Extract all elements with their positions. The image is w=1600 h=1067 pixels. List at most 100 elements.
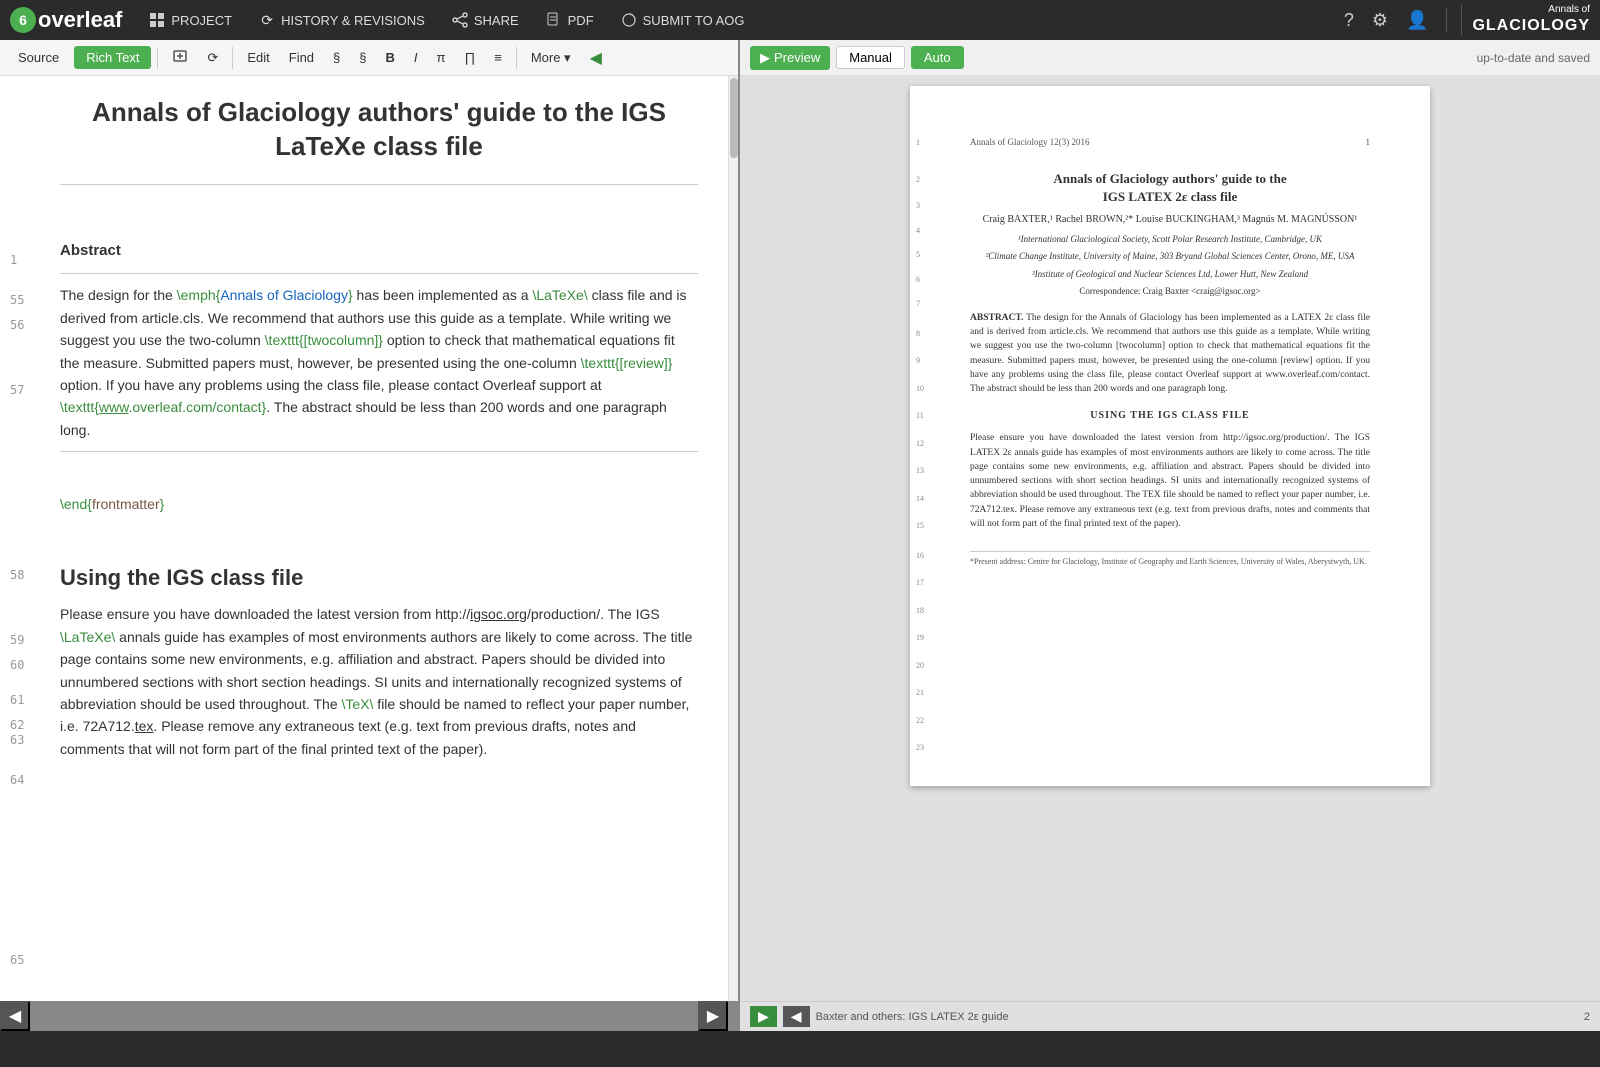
texttt-url: \texttt{www.overleaf.com/contact}: [60, 399, 266, 415]
toolbar-divider-1: [157, 47, 158, 69]
logo-name: overleaf: [38, 7, 122, 33]
section2-paragraph: Please ensure you have downloaded the la…: [60, 603, 698, 760]
project-button[interactable]: PROJECT: [138, 7, 242, 33]
edit-button[interactable]: Edit: [239, 47, 277, 68]
latexe-cmd: \LaTeXe\: [532, 287, 587, 303]
preview-nav-left[interactable]: ▶: [750, 1006, 777, 1027]
richtext-tab[interactable]: Rich Text: [74, 46, 151, 69]
preview-content[interactable]: 1 2 3 4 5 6 7 8 9 10 11 12 13 14 15 16 1: [740, 76, 1600, 1001]
preview-header-right: 1: [1366, 136, 1371, 150]
bold-button[interactable]: B: [378, 47, 403, 68]
editor-flex: Annals of Glaciology authors' guide to t…: [0, 76, 738, 1001]
editor-nav-right[interactable]: ▶: [698, 1001, 728, 1031]
preview-status: up-to-date and saved: [1477, 51, 1590, 65]
toolbar-divider-3: [516, 47, 517, 69]
submit-button[interactable]: SUBMIT TO AOG: [610, 7, 755, 33]
line-num-58: 58: [10, 566, 24, 585]
subsection-button[interactable]: §: [351, 47, 374, 68]
preview-line-numbers: 1 2 3 4 5 6 7 8 9 10 11 12 13 14 15 16 1: [916, 136, 924, 756]
user-icon[interactable]: 👤: [1402, 6, 1432, 35]
settings-icon[interactable]: ⚙: [1368, 6, 1392, 35]
history-toolbar-button[interactable]: ⟳: [199, 47, 226, 69]
preview-abstract: ABSTRACT. The design for the Annals of G…: [970, 311, 1370, 397]
preview-label: Preview: [774, 50, 820, 65]
line-num-63: 63: [10, 731, 24, 750]
preview-body: Please ensure you have downloaded the la…: [970, 431, 1370, 531]
project-label: PROJECT: [171, 13, 232, 28]
topbar: 6 overleaf PROJECT ⟳ HISTORY & REVISIONS…: [0, 0, 1600, 40]
preview-panel: ▶ Preview Manual Auto up-to-date and sav…: [740, 40, 1600, 1031]
section-button[interactable]: §: [325, 47, 348, 68]
find-button[interactable]: Find: [281, 47, 322, 68]
pdf-label: PDF: [568, 13, 594, 28]
preview-footer-right: 2: [1584, 1011, 1590, 1023]
preview-bottom-bar: ▶ ◀ Baxter and others: IGS LATEX 2ε guid…: [740, 1001, 1600, 1031]
line-num-56: 56: [10, 316, 24, 335]
line-num-59: 59: [10, 631, 24, 650]
pdf-icon: [545, 11, 563, 29]
pdf-button[interactable]: PDF: [535, 7, 604, 33]
submit-icon: [620, 11, 638, 29]
auto-button[interactable]: Auto: [911, 46, 964, 69]
emph-arg: Annals of Glaciology: [220, 287, 348, 303]
line-num-65: 65: [10, 951, 24, 970]
help-icon[interactable]: ?: [1340, 6, 1358, 35]
line-num-64: 64: [10, 771, 24, 790]
tex-cmd: \TeX\: [342, 696, 374, 712]
toolbar-divider-2: [232, 47, 233, 69]
editor-content[interactable]: Annals of Glaciology authors' guide to t…: [0, 76, 728, 1001]
editor-panel: Source Rich Text ⟳ Edit Find § § B I π ∏…: [0, 40, 740, 1031]
main: Source Rich Text ⟳ Edit Find § § B I π ∏…: [0, 40, 1600, 1031]
manual-button[interactable]: Manual: [836, 46, 905, 69]
italic-button[interactable]: I: [406, 47, 426, 68]
topbar-divider: [1446, 8, 1447, 32]
history-label: HISTORY & REVISIONS: [281, 13, 425, 28]
preview-footnote: *Present address: Centre for Glaciology,…: [970, 551, 1370, 568]
editor-scroll-thumb: [730, 78, 738, 158]
preview-section-heading: USING THE IGS CLASS FILE: [970, 408, 1370, 423]
line-num-57: 57: [10, 381, 24, 400]
preview-authors: Craig BAXTER,¹ Rachel BROWN,²* Louise BU…: [970, 212, 1370, 227]
project-icon: [148, 11, 166, 29]
editor-scrollbar[interactable]: [728, 76, 738, 1001]
end-cmd: \end{: [60, 496, 92, 512]
preview-affil1: ¹International Glaciological Society, Sc…: [970, 233, 1370, 247]
preview-toolbar: ▶ Preview Manual Auto up-to-date and sav…: [740, 40, 1600, 76]
preview-affil2: ²Climate Change Institute, University of…: [970, 250, 1370, 264]
end-arg: frontmatter: [92, 496, 160, 512]
section-divider-3: [60, 451, 698, 452]
history-button[interactable]: ⟳ HISTORY & REVISIONS: [248, 7, 435, 33]
line-num-61: 61: [10, 691, 24, 710]
preview-play-button[interactable]: ▶ Preview: [750, 46, 830, 70]
list-button[interactable]: ≡: [486, 47, 510, 68]
preview-footer-left: Baxter and others: IGS LATEX 2ε guide: [816, 1011, 1009, 1023]
preview-header-left: Annals of Glaciology 12(3) 2016: [970, 136, 1089, 150]
preview-title: Annals of Glaciology authors' guide to t…: [970, 170, 1370, 206]
abstract-body: The design for the Annals of Glaciology …: [970, 313, 1370, 394]
texttt-cmd2: \texttt{[review]}: [581, 355, 673, 371]
abstract-bold-label: ABSTRACT.: [970, 313, 1023, 323]
journal-name: GLACIOLOGY: [1472, 16, 1590, 35]
matrix-button[interactable]: ∏: [457, 47, 484, 68]
journal-logo: Annals of GLACIOLOGY: [1461, 4, 1590, 35]
abstract-paragraph: The design for the \emph{Annals of Glaci…: [60, 284, 698, 441]
collapse-button[interactable]: ◀: [582, 45, 610, 71]
preview-correspondence: Correspondence: Craig Baxter <craig@igso…: [970, 285, 1370, 299]
share-button[interactable]: SHARE: [441, 7, 529, 33]
more-button[interactable]: More ▾: [523, 47, 579, 69]
section2-heading: Using the IGS class file: [60, 560, 698, 595]
editor-nav-left[interactable]: ◀: [0, 1001, 30, 1031]
preview-affil3: ³Institute of Geological and Nuclear Sci…: [970, 268, 1370, 282]
preview-nav-right[interactable]: ◀: [783, 1006, 810, 1027]
line-num-1: 1: [10, 251, 17, 270]
editor-bottom-bar: ◀ ▶: [0, 1001, 738, 1031]
logo-six: 6: [10, 7, 36, 33]
insert-button[interactable]: [164, 45, 196, 70]
pi-button[interactable]: π: [429, 47, 454, 68]
document-title: Annals of Glaciology authors' guide to t…: [60, 96, 698, 164]
source-tab[interactable]: Source: [6, 46, 71, 69]
share-label: SHARE: [474, 13, 519, 28]
submit-label: SUBMIT TO AOG: [643, 13, 745, 28]
history-icon: ⟳: [258, 11, 276, 29]
journal-annals: Annals of: [1548, 4, 1590, 16]
